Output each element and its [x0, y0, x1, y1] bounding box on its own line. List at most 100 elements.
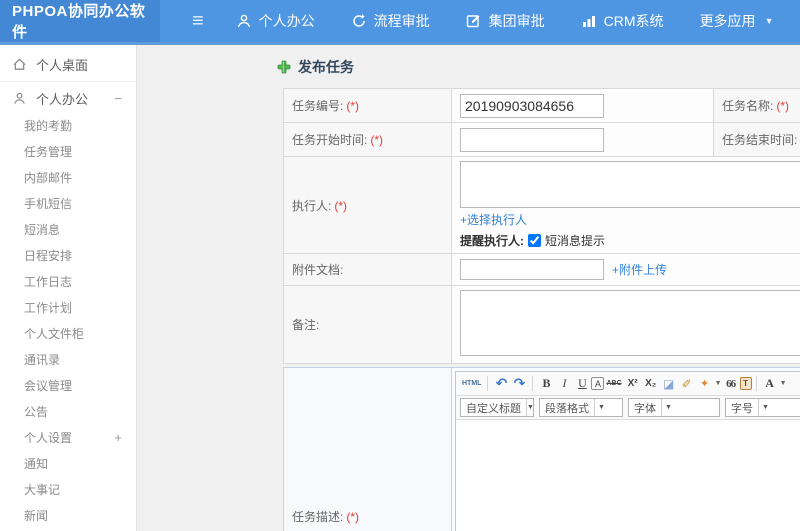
required-mark: (*)	[346, 99, 360, 113]
auto-typeset-caret-icon[interactable]: ▼	[715, 380, 722, 387]
format-brush-icon[interactable]: ✐	[678, 375, 696, 393]
sidebar-item-contacts[interactable]: 通讯录	[0, 346, 136, 372]
sidebar-item-label: 短消息	[24, 222, 61, 237]
eraser-icon[interactable]: ◪	[660, 375, 678, 393]
attachment-input[interactable]	[460, 259, 604, 280]
blockquote-button[interactable]: 66	[722, 375, 740, 393]
superscript-button[interactable]: X²	[624, 375, 642, 393]
sidebar-divider	[0, 81, 136, 82]
remind-executor-label: 提醒执行人:	[460, 234, 524, 248]
html-source-button[interactable]: HTML	[460, 375, 483, 393]
sidebar-item-memorabilia[interactable]: 大事记	[0, 476, 136, 502]
sidebar-item-label: 通讯录	[24, 352, 61, 367]
heading-style-select[interactable]: 自定义标题 ▼	[460, 398, 534, 417]
sidebar-item-internal-mail[interactable]: 内部邮件	[0, 164, 136, 190]
italic-button[interactable]: I	[555, 375, 573, 393]
sidebar-item-label: 个人文件柜	[24, 326, 85, 341]
editor-toolbar-row1: HTML ↶ ↷ B I U A ABC X² X₂ ◪ ✐ ✦ ▼ 66 T …	[456, 372, 800, 396]
sidebar-item-meeting-management[interactable]: 会议管理	[0, 372, 136, 398]
font-family-select[interactable]: 字体 ▼	[628, 398, 720, 417]
sidebar-item-work-log[interactable]: 工作日志	[0, 268, 136, 294]
main-layout: 个人桌面 个人办公 − 我的考勤 任务管理 内部邮件 手机短信 短消息 日程安排…	[0, 45, 800, 531]
font-size-select[interactable]: 字号 ▼	[725, 398, 800, 417]
nav-crm-system[interactable]: CRM系统	[581, 11, 664, 31]
workflow-icon	[351, 13, 367, 29]
sidebar-item-news[interactable]: 新闻	[0, 502, 136, 528]
nav-label: 流程审批	[373, 13, 430, 29]
hamburger-menu-icon[interactable]: ≡	[192, 11, 204, 31]
bar-chart-icon	[581, 13, 597, 29]
paragraph-format-label: 段落格式	[545, 402, 589, 415]
content-area: 发布任务 任务编号:(*) 任务名称:(*) 任务开始时间:(*) 任务结束时间…	[137, 45, 800, 531]
expand-icon[interactable]: +	[114, 430, 122, 445]
app-window: PHPOA协同办公软件 ≡ 个人办公 流程审批 集团审批 CRM系统 更多应用 …	[0, 0, 800, 531]
sidebar-item-label: 内部邮件	[24, 170, 73, 185]
bold-button[interactable]: B	[537, 375, 555, 393]
sidebar-item-my-attendance[interactable]: 我的考勤	[0, 112, 136, 138]
sidebar-item-personal-files[interactable]: 个人文件柜	[0, 320, 136, 346]
strikethrough-button[interactable]: ABC	[604, 375, 623, 393]
remark-textarea[interactable]	[460, 290, 800, 356]
nav-personal-office[interactable]: 个人办公	[236, 11, 315, 31]
paste-plain-icon[interactable]: T	[739, 377, 752, 390]
sms-remind-checkbox[interactable]	[528, 234, 541, 247]
sidebar-item-label: 个人桌面	[36, 57, 89, 73]
subscript-button[interactable]: X₂	[642, 375, 660, 393]
nav-label: CRM系统	[603, 13, 664, 29]
undo-button[interactable]: ↶	[492, 375, 510, 393]
nav-workflow-approval[interactable]: 流程审批	[351, 11, 430, 31]
sidebar-item-personal-settings[interactable]: 个人设置 +	[0, 424, 136, 450]
sidebar-item-label: 通知	[24, 456, 49, 471]
sms-remind-label: 短消息提示	[545, 234, 606, 248]
end-time-label: 任务结束时间:	[722, 133, 798, 147]
chevron-down-icon: ▼	[758, 399, 772, 416]
editor-content-area[interactable]	[456, 420, 800, 531]
sidebar-item-mobile-sms[interactable]: 手机短信	[0, 190, 136, 216]
task-form: 任务编号:(*) 任务名称:(*) 任务开始时间:(*) 任务结束时间:(*) …	[283, 88, 800, 531]
nav-group-approval[interactable]: 集团审批	[466, 11, 545, 31]
user-icon	[236, 13, 252, 29]
toolbar-separator	[755, 376, 757, 391]
nav-label: 个人办公	[258, 13, 315, 29]
sidebar-item-label: 任务管理	[24, 144, 73, 159]
sidebar-item-personal-office[interactable]: 个人办公 −	[0, 84, 136, 112]
auto-typeset-icon[interactable]: ✦	[696, 375, 714, 393]
toolbar-separator	[487, 376, 489, 391]
sidebar-item-announcement[interactable]: 公告	[0, 398, 136, 424]
sidebar-item-personal-desktop[interactable]: 个人桌面	[0, 50, 136, 78]
underline-button[interactable]: U	[573, 375, 591, 393]
task-number-input[interactable]	[460, 93, 604, 118]
sidebar-item-schedule[interactable]: 日程安排	[0, 242, 136, 268]
sidebar-item-task-management[interactable]: 任务管理	[0, 138, 136, 164]
heading-style-label: 自定义标题	[466, 402, 521, 415]
attachment-upload-link[interactable]: +附件上传	[612, 261, 667, 278]
executor-textarea[interactable]	[460, 161, 800, 208]
collapse-icon[interactable]: −	[114, 91, 122, 106]
sidebar-item-label: 大事记	[24, 482, 61, 497]
sidebar-item-label: 新闻	[24, 508, 49, 523]
page-title-bar: 发布任务	[137, 45, 800, 88]
sidebar: 个人桌面 个人办公 − 我的考勤 任务管理 内部邮件 手机短信 短消息 日程安排…	[0, 45, 137, 531]
toolbar-separator	[532, 376, 534, 391]
font-color-caret-icon[interactable]: ▼	[780, 380, 787, 387]
required-mark: (*)	[370, 133, 384, 147]
sidebar-item-short-message[interactable]: 短消息	[0, 216, 136, 242]
sidebar-item-label: 公告	[24, 404, 49, 419]
paragraph-format-select[interactable]: 段落格式 ▼	[539, 398, 623, 417]
font-border-button[interactable]: A	[591, 377, 605, 390]
font-size-label: 字号	[731, 402, 753, 415]
required-mark: (*)	[776, 99, 790, 113]
choose-executor-link[interactable]: +选择执行人	[460, 213, 527, 227]
sidebar-item-notice[interactable]: 通知	[0, 450, 136, 476]
executor-label: 执行人:	[292, 198, 332, 213]
font-color-button[interactable]: A	[761, 375, 779, 393]
redo-button[interactable]: ↷	[510, 375, 528, 393]
sidebar-item-label: 工作日志	[24, 274, 73, 289]
attachment-label: 附件文档:	[292, 263, 344, 277]
chevron-down-icon: ▼	[764, 16, 774, 26]
start-time-input[interactable]	[460, 127, 604, 152]
sidebar-item-label: 日程安排	[24, 248, 73, 263]
nav-more-apps[interactable]: 更多应用 ▼	[700, 11, 774, 31]
top-header: PHPOA协同办公软件 ≡ 个人办公 流程审批 集团审批 CRM系统 更多应用 …	[0, 0, 800, 45]
sidebar-item-work-plan[interactable]: 工作计划	[0, 294, 136, 320]
